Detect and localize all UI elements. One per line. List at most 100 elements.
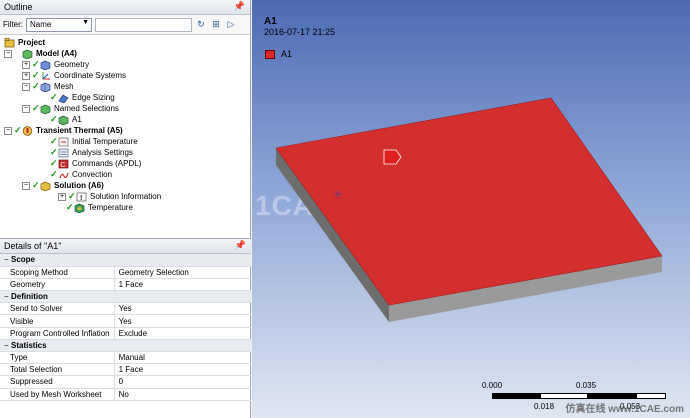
- tree-label: Edge Sizing: [72, 93, 115, 102]
- property-value[interactable]: No: [114, 388, 251, 401]
- property-key: Send to Solver: [0, 302, 115, 316]
- property-row[interactable]: Send to Solver Yes: [0, 302, 251, 316]
- scale-segment: [540, 393, 588, 399]
- scale-segment: [588, 393, 636, 399]
- tree-node-coordinate-systems[interactable]: + ✓ Coordinate Systems: [22, 70, 126, 81]
- tree-node-commands-apdl[interactable]: ✓ C Commands (APDL): [40, 158, 141, 169]
- property-row[interactable]: Scoping Method Geometry Selection: [0, 266, 251, 279]
- tree-node-geometry[interactable]: + ✓ Geometry: [22, 59, 89, 70]
- details-titlebar: Details of "A1" 📌: [0, 239, 251, 254]
- pin-icon[interactable]: 📌: [235, 240, 246, 251]
- collapse-icon[interactable]: −: [4, 292, 11, 301]
- tree-node-project[interactable]: Project: [4, 37, 45, 48]
- status-check-icon: ✓: [32, 180, 40, 190]
- property-key: Type: [0, 351, 115, 365]
- property-value[interactable]: 0: [114, 375, 251, 389]
- tree-node-a1[interactable]: ✓ A1: [40, 114, 82, 125]
- tree-node-transient-thermal[interactable]: − ✓ Transient Thermal (A5): [4, 125, 123, 136]
- collapse-icon[interactable]: −: [22, 82, 30, 91]
- model-icon: [22, 49, 33, 59]
- filter-dropdown[interactable]: Name ▼: [26, 17, 92, 32]
- property-value[interactable]: Yes: [114, 302, 251, 316]
- tree-node-convection[interactable]: ✓ Convection: [40, 169, 112, 180]
- property-row[interactable]: Geometry 1 Face: [0, 278, 251, 292]
- section-header-statistics[interactable]: − Statistics: [0, 339, 251, 353]
- tree-node-mesh[interactable]: − ✓ Mesh: [22, 81, 74, 92]
- svg-text:!: !: [80, 195, 82, 202]
- named-selection-icon: [58, 115, 69, 125]
- section-header-scope[interactable]: − Scope: [0, 254, 251, 267]
- status-check-icon: ✓: [50, 158, 58, 168]
- plate-model[interactable]: [252, 0, 690, 418]
- tree-node-analysis-settings[interactable]: ✓ Analysis Settings: [40, 147, 133, 158]
- status-check-icon: ✓: [50, 114, 58, 124]
- tree-label: Coordinate Systems: [54, 71, 127, 80]
- analysis-settings-icon: [58, 148, 69, 158]
- chevron-down-icon: ▼: [82, 18, 89, 26]
- tree-node-edge-sizing[interactable]: ✓ Edge Sizing: [40, 92, 115, 103]
- collapse-arrow-icon[interactable]: ▷: [225, 19, 237, 31]
- graphics-viewport[interactable]: A1 2016-07-17 21:25 A1 1CAE.COM 0.000 0.…: [252, 0, 690, 418]
- filter-dropdown-value: Name: [30, 19, 52, 29]
- tree-node-initial-temperature[interactable]: ✓ Initial Temperature: [40, 136, 138, 147]
- mesh-icon: [40, 82, 51, 92]
- property-value[interactable]: Geometry Selection: [114, 266, 251, 279]
- property-row[interactable]: Visible Yes: [0, 314, 251, 328]
- collapse-icon[interactable]: −: [4, 341, 11, 350]
- tree-label: Geometry: [54, 60, 90, 69]
- edge-sizing-icon: [58, 93, 69, 103]
- section-header-definition[interactable]: − Definition: [0, 290, 251, 304]
- status-check-icon: ✓: [32, 70, 40, 80]
- transient-thermal-icon: [22, 125, 33, 136]
- status-check-icon: ✓: [14, 125, 22, 135]
- filter-text-input[interactable]: [95, 17, 192, 32]
- status-check-icon: ✓: [32, 59, 40, 69]
- initial-temperature-icon: [58, 137, 69, 147]
- temperature-result-icon: [74, 203, 85, 213]
- geometry-icon: [40, 60, 51, 70]
- details-table: − Scope Scoping Method Geometry Selection …: [0, 254, 251, 401]
- property-row[interactable]: Used by Mesh Worksheet No: [0, 388, 251, 401]
- scale-label-1: 0.018: [534, 402, 555, 411]
- property-key: Suppressed: [0, 375, 115, 389]
- scale-segment: [636, 393, 666, 399]
- property-value[interactable]: 1 Face: [114, 278, 251, 292]
- collapse-icon[interactable]: −: [22, 181, 30, 190]
- details-title: Details of "A1": [4, 241, 62, 251]
- left-panel: Outline 📌 Filter: Name ▼ ↻ ⊞ ▷ Project −…: [0, 0, 251, 418]
- collapse-icon[interactable]: −: [4, 126, 12, 135]
- collapse-icon[interactable]: −: [4, 49, 12, 58]
- property-row[interactable]: Total Selection 1 Face: [0, 363, 251, 377]
- tree-node-named-selections[interactable]: − ✓ Named Selections: [22, 103, 119, 114]
- collapse-icon[interactable]: −: [4, 255, 11, 264]
- tree-node-temperature[interactable]: ✓ Temperature: [66, 202, 133, 213]
- property-row[interactable]: Program Controlled Inflation Exclude: [0, 327, 251, 340]
- scale-label-0: 0.000: [482, 381, 503, 390]
- expand-icon[interactable]: +: [22, 71, 30, 80]
- outline-titlebar: Outline 📌: [0, 0, 250, 15]
- filter-label: Filter:: [3, 20, 23, 29]
- property-row[interactable]: Suppressed 0: [0, 375, 251, 389]
- tree-label: Transient Thermal (A5): [36, 126, 123, 135]
- section-title: Definition: [11, 292, 48, 302]
- property-row[interactable]: Type Manual: [0, 351, 251, 365]
- expand-tree-icon[interactable]: ⊞: [210, 19, 222, 31]
- collapse-icon[interactable]: −: [22, 104, 30, 113]
- property-value[interactable]: Exclude: [114, 327, 251, 340]
- tree-node-solution[interactable]: − ✓ Solution (A6): [22, 180, 104, 191]
- property-value[interactable]: 1 Face: [114, 363, 251, 377]
- tree-node-solution-information[interactable]: + ✓ ! Solution Information: [58, 191, 161, 202]
- property-value[interactable]: Manual: [114, 351, 251, 365]
- property-value[interactable]: Yes: [114, 314, 251, 328]
- details-panel: Details of "A1" 📌 − Scope Scoping Method G…: [0, 238, 251, 418]
- pin-icon[interactable]: 📌: [234, 1, 245, 12]
- expand-icon[interactable]: +: [58, 192, 66, 201]
- property-key: Total Selection: [0, 363, 115, 377]
- tree-node-model[interactable]: − Model (A4): [4, 48, 77, 59]
- expand-icon[interactable]: +: [22, 60, 30, 69]
- named-selection-icon: [40, 104, 51, 114]
- refresh-icon[interactable]: ↻: [195, 19, 207, 31]
- tree-label: Analysis Settings: [72, 148, 133, 157]
- coordinate-axes-icon: [40, 71, 51, 81]
- status-check-icon: ✓: [50, 92, 58, 102]
